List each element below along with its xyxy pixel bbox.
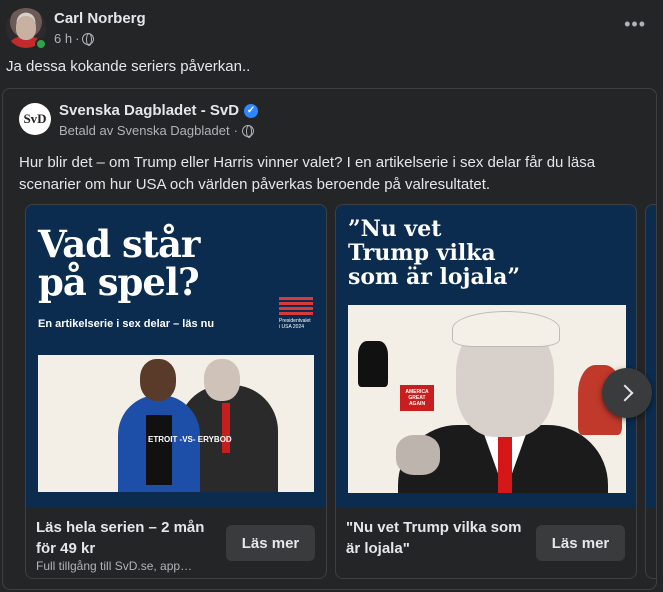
image-headline-line: ”Nu vet	[348, 216, 442, 242]
globe-icon	[241, 124, 254, 138]
trump-collage-photo: AMERICA GREAT AGAIN	[348, 305, 626, 493]
page-name-row: Svenska Dagbladet - SvD ✓	[59, 102, 259, 119]
ad-description: Hur blir det – om Trump eller Harris vin…	[19, 154, 596, 193]
carousel-card[interactable]: Vad står på spel? En artikelserie i sex …	[25, 204, 327, 579]
red-tie	[222, 403, 230, 453]
post-header: Carl Norberg 6 h · •••	[6, 6, 656, 50]
card-title: Läs hela serien – 2 mån för 49 kr	[36, 519, 205, 557]
trump-hair	[452, 311, 560, 347]
meta-separator: ·	[233, 123, 238, 138]
sponsored-label[interactable]: Betald av Svenska Dagbladet	[59, 123, 230, 138]
image-headline-line: Trump vilka	[348, 240, 496, 266]
online-status-icon	[35, 38, 47, 50]
image-subheadline: En artikelserie i sex delar – läs nu	[38, 318, 215, 330]
page-name[interactable]: Svenska Dagbladet - SvD	[59, 102, 239, 119]
card-footer[interactable]: "Nu vet Trump vilka som är lojala" Läs m…	[336, 507, 636, 578]
card-footer[interactable]: Läs hela serien – 2 mån för 49 kr Full t…	[26, 507, 326, 578]
learn-more-button[interactable]: Läs mer	[226, 525, 315, 561]
verified-badge-icon: ✓	[244, 103, 259, 118]
image-headline: Vad står på spel?	[38, 222, 200, 304]
post-text: Ja dessa kokande seriers påverkan..	[6, 58, 251, 75]
shirt-text: ETROIT -VS- ERYBOD	[148, 435, 232, 444]
sponsored-meta: Betald av Svenska Dagbladet ·	[59, 123, 254, 138]
post-time[interactable]: 6 h	[54, 31, 72, 46]
learn-more-button[interactable]: Läs mer	[536, 525, 625, 561]
feed-post: Carl Norberg 6 h · ••• Ja dessa kokande …	[0, 0, 663, 592]
shared-ad-post: SvD Svenska Dagbladet - SvD ✓ Betald av …	[2, 88, 657, 590]
election-badge: Presidentvalet i USA 2024	[279, 318, 311, 330]
harris-head	[140, 359, 176, 401]
card-image[interactable]: ”Nu vet Trump vilka som är lojala” AMERI…	[336, 205, 636, 507]
image-headline-line: på spel?	[38, 260, 200, 304]
card-image[interactable]	[646, 205, 656, 507]
harris-shirt	[146, 415, 172, 485]
post-meta: 6 h ·	[54, 31, 95, 46]
avatar-face	[16, 16, 36, 40]
image-headline: ”Nu vet Trump vilka som är lojala”	[348, 217, 520, 289]
red-tie	[498, 435, 512, 493]
image-headline-line: som är lojala”	[348, 264, 521, 290]
chevron-right-icon	[616, 384, 634, 402]
raised-fist	[396, 435, 440, 475]
carousel-card[interactable]: ”Nu vet Trump vilka som är lojala” AMERI…	[335, 204, 637, 579]
dog-figure	[358, 341, 388, 387]
card-subtitle: Full tillgång till SvD.se, app…	[36, 559, 193, 573]
page-logo[interactable]: SvD	[19, 103, 51, 135]
trump-head	[204, 359, 240, 401]
candidates-photo: ETROIT -VS- ERYBOD	[38, 355, 314, 492]
carousel-next-button[interactable]	[602, 368, 652, 418]
election-badge-line: i USA 2024	[279, 324, 305, 330]
more-options-icon[interactable]: •••	[624, 14, 646, 35]
maga-sign: AMERICA GREAT AGAIN	[400, 385, 434, 411]
meta-separator: ·	[75, 31, 80, 46]
card-title: "Nu vet Trump vilka som är lojala"	[346, 519, 522, 557]
card-footer[interactable]	[646, 507, 656, 578]
flag-icon	[279, 297, 313, 317]
globe-icon	[82, 32, 95, 46]
author-name[interactable]: Carl Norberg	[54, 10, 146, 27]
image-headline-line: Vad står	[38, 222, 200, 266]
card-image[interactable]: Vad står på spel? En artikelserie i sex …	[26, 205, 326, 507]
